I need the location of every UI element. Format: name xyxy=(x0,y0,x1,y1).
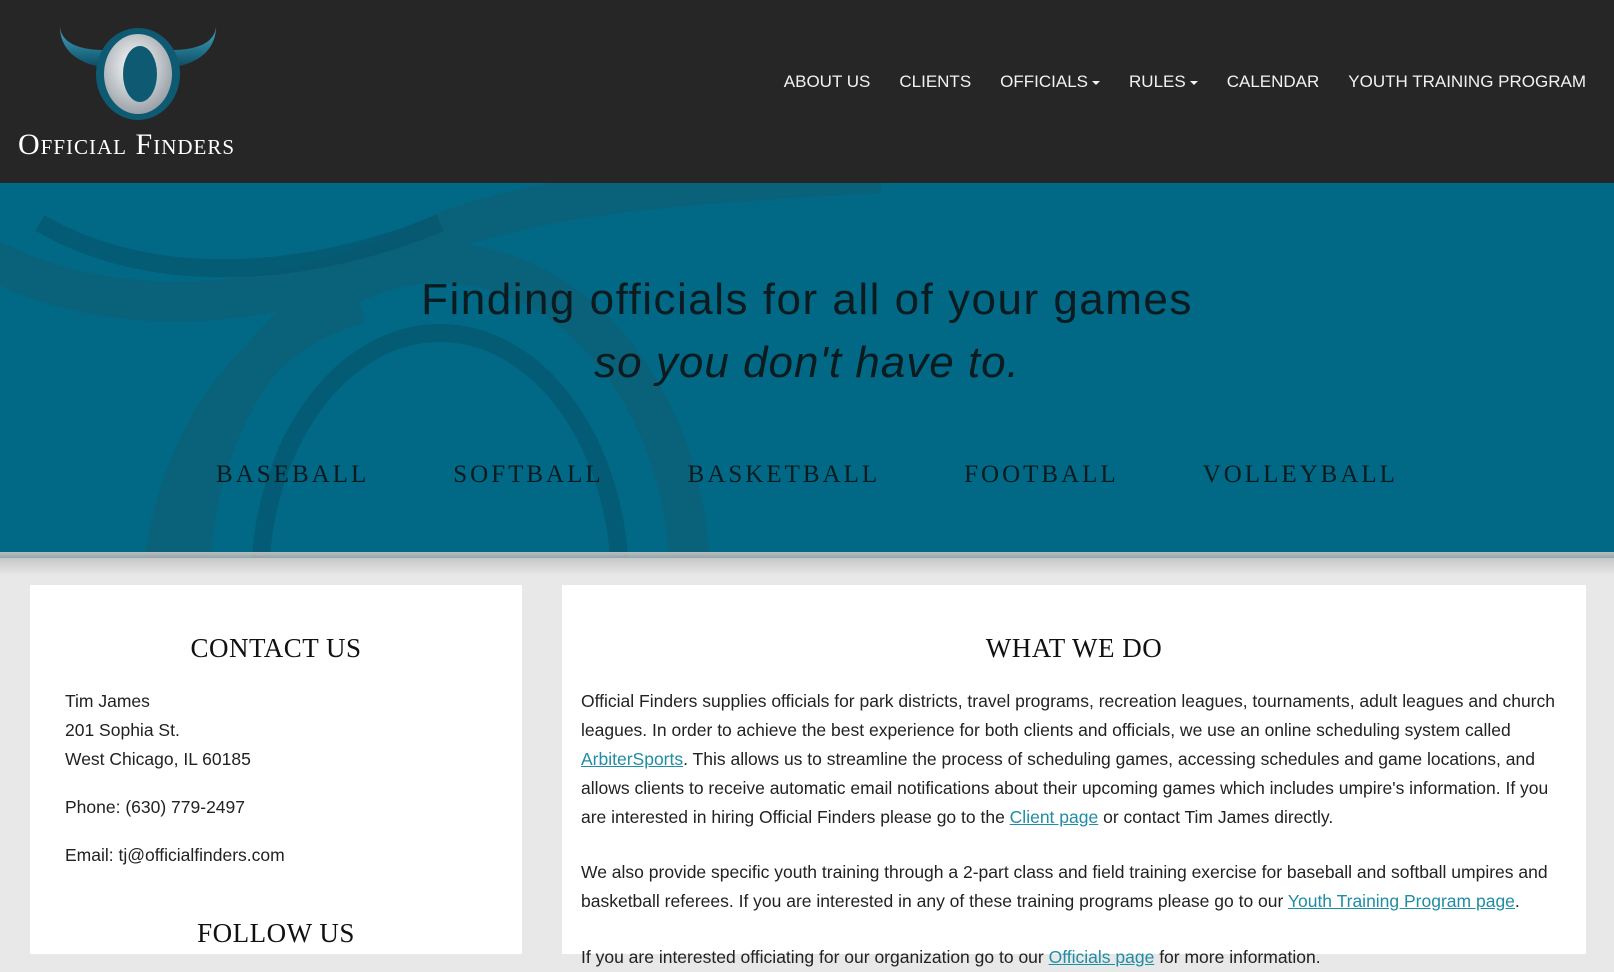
paragraph-text: . xyxy=(1514,891,1520,911)
paragraph-text: or contact Tim James directly. xyxy=(1098,807,1334,827)
officials-page-link[interactable]: Officials page xyxy=(1049,947,1155,967)
contact-phone: Phone: (630) 779-2497 xyxy=(65,797,245,817)
nav-about-us[interactable]: ABOUT US xyxy=(784,72,871,92)
sport-link-baseball[interactable]: BASEBALL xyxy=(216,461,369,489)
sport-link-volleyball[interactable]: VOLLEYBALL xyxy=(1203,461,1398,489)
what-we-do-paragraph-3: If you are interested officiating for ou… xyxy=(581,943,1556,972)
hero-subtitle: so you don't have to. xyxy=(594,338,1020,387)
nav-label: CLIENTS xyxy=(899,72,972,91)
what-we-do-heading: WHAT WE DO xyxy=(985,633,1163,663)
nav-clients[interactable]: CLIENTS xyxy=(899,72,971,92)
sport-link-basketball[interactable]: BASKETBALL xyxy=(688,461,881,489)
contact-details: Tim James 201 Sophia St. West Chicago, I… xyxy=(65,687,285,870)
nav-officials[interactable]: OFFICIALS xyxy=(1000,72,1101,92)
paragraph-text: Official Finders supplies officials for … xyxy=(581,691,1555,740)
caret-down-icon xyxy=(1092,81,1101,85)
contact-name: Tim James xyxy=(65,691,150,711)
contact-email[interactable]: Email: tj@officialfinders.com xyxy=(65,841,285,870)
follow-us-heading: FOLLOW US xyxy=(197,918,355,948)
sport-link-softball[interactable]: SOFTBALL xyxy=(453,461,603,489)
logo-wordmark: Official Finders xyxy=(18,128,236,161)
top-navbar: Official Finders ABOUT US CLIENTS OFFICI… xyxy=(0,0,1614,183)
paragraph-text: If you are interested officiating for ou… xyxy=(581,947,1049,967)
official-finders-logo[interactable]: Official Finders xyxy=(18,16,268,166)
nav-label: RULES xyxy=(1129,72,1186,91)
sports-links: BASEBALL SOFTBALL BASKETBALL FOOTBALL VO… xyxy=(0,461,1614,489)
hero-shadow xyxy=(0,552,1614,576)
hero-title: Finding officials for all of your games xyxy=(421,275,1193,324)
contact-card: CONTACT US Tim James 201 Sophia St. West… xyxy=(30,585,522,954)
hero-banner: Finding officials for all of your games … xyxy=(0,183,1614,558)
nav-label: ABOUT US xyxy=(783,72,871,91)
main-nav: ABOUT US CLIENTS OFFICIALS RULES CALENDA… xyxy=(784,72,1586,92)
nav-calendar[interactable]: CALENDAR xyxy=(1227,72,1320,92)
caret-down-icon xyxy=(1189,81,1198,85)
what-we-do-paragraph-1: Official Finders supplies officials for … xyxy=(581,687,1556,832)
contact-street: 201 Sophia St. xyxy=(65,720,180,740)
what-we-do-card: WHAT WE DO Official Finders supplies off… xyxy=(562,585,1586,967)
nav-label: OFFICIALS xyxy=(1000,72,1089,91)
nav-label: CALENDAR xyxy=(1226,72,1320,91)
sport-link-football[interactable]: FOOTBALL xyxy=(964,461,1119,489)
nav-rules[interactable]: RULES xyxy=(1129,72,1198,92)
client-page-link[interactable]: Client page xyxy=(1010,807,1099,827)
paragraph-text: for more information. xyxy=(1154,947,1321,967)
nav-youth-training-program[interactable]: YOUTH TRAINING PROGRAM xyxy=(1348,72,1586,92)
youth-training-program-link[interactable]: Youth Training Program page xyxy=(1288,891,1515,911)
contact-heading: CONTACT US xyxy=(190,633,362,663)
what-we-do-paragraph-2: We also provide specific youth training … xyxy=(581,858,1556,916)
arbitersports-link[interactable]: ArbiterSports xyxy=(581,749,683,769)
contact-city: West Chicago, IL 60185 xyxy=(65,749,251,769)
nav-label: YOUTH TRAINING PROGRAM xyxy=(1348,72,1586,91)
bull-horns-o-emblem xyxy=(59,22,217,120)
